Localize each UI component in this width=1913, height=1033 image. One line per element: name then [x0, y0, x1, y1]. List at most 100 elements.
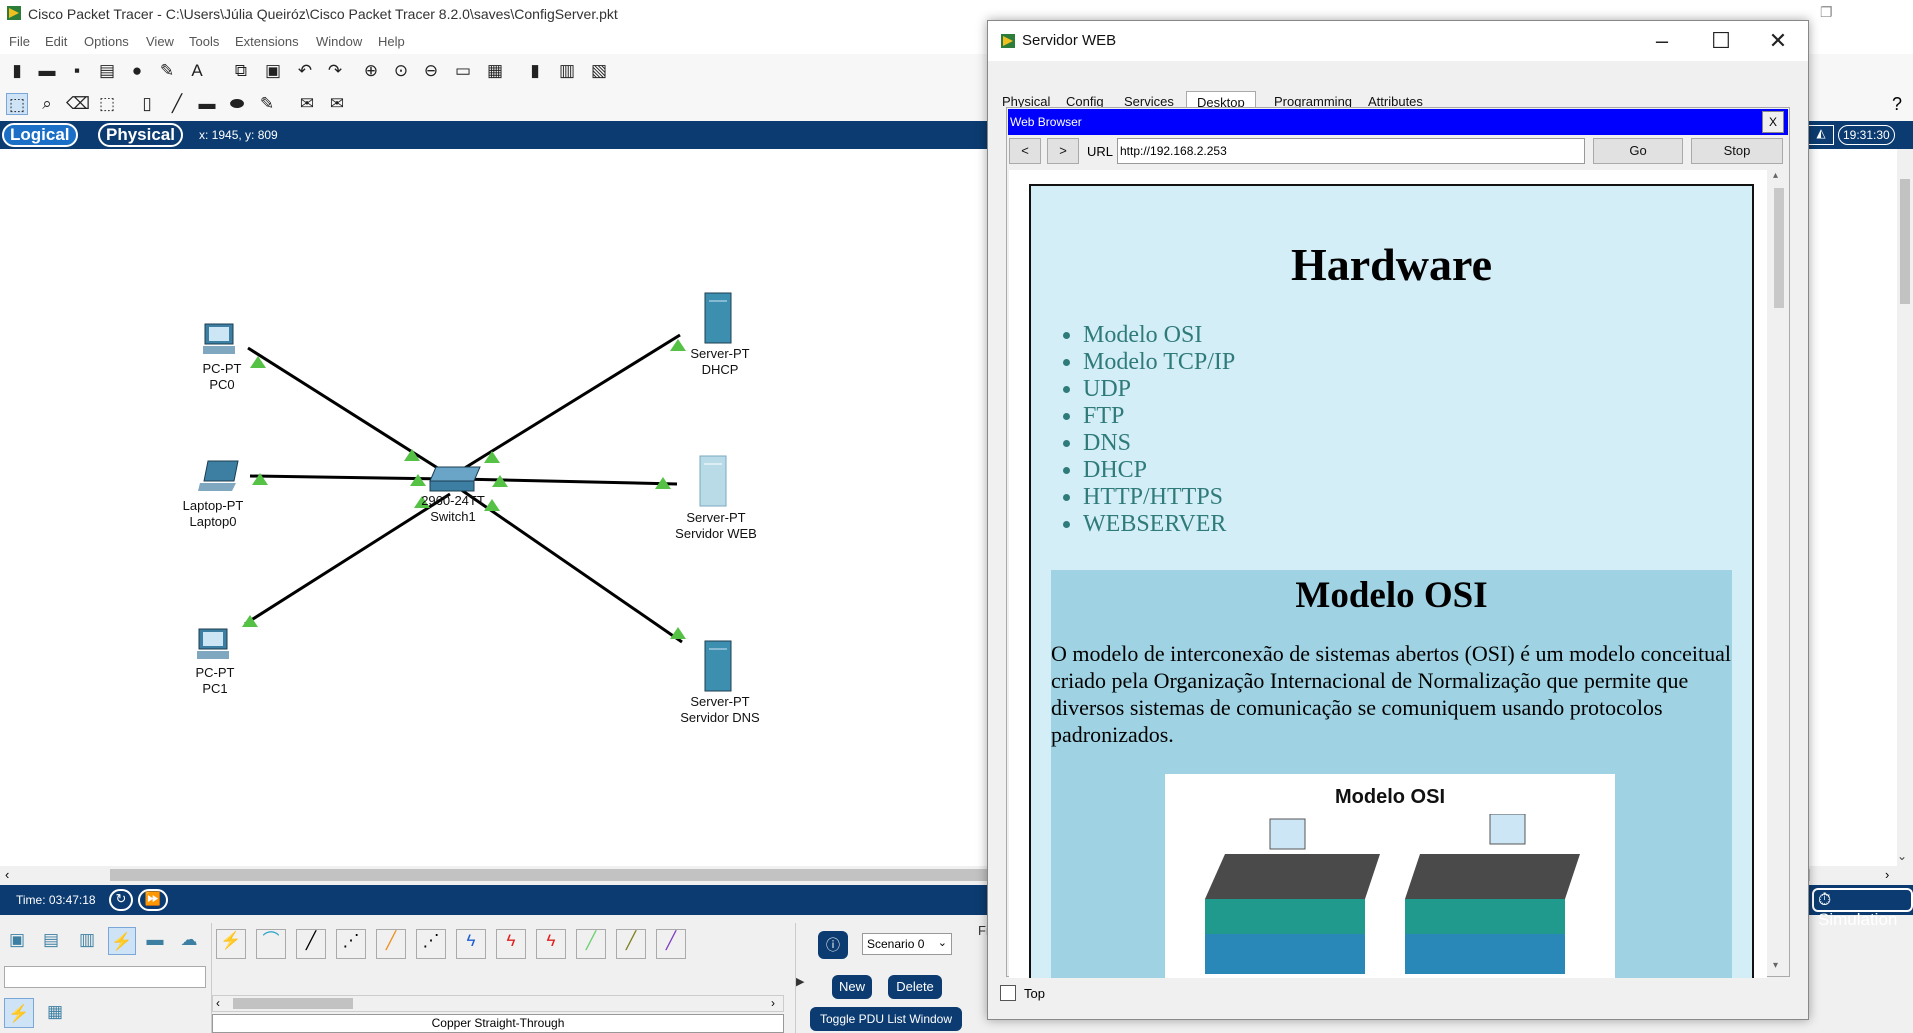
info-icon[interactable]: ● — [126, 60, 148, 82]
toggle-pdu-list-button[interactable]: Toggle PDU List Window — [810, 1007, 962, 1031]
menu-view[interactable]: View — [146, 34, 174, 49]
link-udp[interactable]: UDP — [1083, 376, 1235, 403]
network-info-icon[interactable]: A — [186, 60, 208, 82]
maximize-icon[interactable]: ☐ — [1701, 21, 1741, 61]
panel-toggle-arrow-icon[interactable]: ▶ — [796, 975, 804, 988]
workspace-vertical-scrollbar[interactable] — [1897, 149, 1913, 866]
cable-panel-scrollbar[interactable]: ‹ › — [212, 995, 784, 1012]
copy-icon[interactable]: ⧉ — [230, 60, 252, 82]
link-modelo-osi[interactable]: Modelo OSI — [1083, 322, 1235, 349]
menu-window[interactable]: Window — [316, 34, 362, 49]
zoom-out-icon[interactable]: ⊖ — [420, 60, 442, 82]
laptop0-icon[interactable] — [198, 459, 242, 493]
close-icon[interactable]: ✕ — [1758, 21, 1798, 61]
save-icon[interactable]: ▪ — [66, 60, 88, 82]
draw-line-icon[interactable]: ╱ — [166, 93, 188, 115]
page-scroll-up-icon[interactable]: ▴ — [1773, 170, 1778, 181]
scroll-left-icon[interactable]: ‹ — [5, 867, 9, 882]
phone-cable-icon[interactable]: ⋰ — [416, 929, 446, 959]
iot-cable-icon[interactable]: ╱ — [616, 929, 646, 959]
serial-dte-icon[interactable]: ϟ — [536, 929, 566, 959]
web-server-icon[interactable] — [698, 454, 730, 508]
cluster-icon[interactable]: ▮ — [524, 60, 546, 82]
print-icon[interactable]: ▤ — [96, 60, 118, 82]
back-button[interactable]: < — [1009, 138, 1041, 164]
menu-help[interactable]: Help — [378, 34, 405, 49]
dhcp-server-icon[interactable] — [703, 291, 735, 345]
physical-view-tab[interactable]: Physical — [98, 123, 183, 147]
cable-scroll-left-icon[interactable]: ‹ — [216, 996, 220, 1010]
grid-icon[interactable]: ▦ — [44, 1001, 66, 1023]
components-icon[interactable]: ▥ — [76, 929, 98, 951]
screenshot-icon[interactable]: ▧ — [588, 60, 610, 82]
help-question-icon[interactable]: ? — [1892, 94, 1902, 115]
forward-button[interactable]: > — [1047, 138, 1079, 164]
menu-extensions[interactable]: Extensions — [235, 34, 299, 49]
copper-cross-icon[interactable]: ⋰ — [336, 929, 366, 959]
draw-rectangle-icon[interactable]: ▬ — [196, 93, 218, 115]
menu-file[interactable]: File — [9, 34, 30, 49]
page-scrollbar[interactable]: ▴ ▾ — [1769, 170, 1787, 976]
activity-wizard-icon[interactable]: ✎ — [156, 60, 178, 82]
link-ftp[interactable]: FTP — [1083, 403, 1235, 430]
go-button[interactable]: Go — [1593, 138, 1683, 164]
console-cable-icon[interactable]: ⌒ — [256, 929, 286, 959]
fiber-icon[interactable]: ╱ — [376, 929, 406, 959]
stop-button[interactable]: Stop — [1691, 138, 1783, 164]
draw-ellipse-icon[interactable]: ⬬ — [226, 93, 248, 115]
menu-tools[interactable]: Tools — [189, 34, 219, 49]
freeform-icon[interactable]: ✎ — [256, 93, 278, 115]
link-http-https[interactable]: HTTP/HTTPS — [1083, 484, 1235, 511]
link-dhcp[interactable]: DHCP — [1083, 457, 1235, 484]
note-icon[interactable]: ▯ — [136, 93, 158, 115]
add-simple-pdu-icon[interactable]: ✉ — [296, 93, 318, 115]
minimize-icon[interactable]: – — [1642, 21, 1682, 61]
device-search-field[interactable] — [4, 966, 206, 988]
drawing-palette-icon[interactable]: ▭ — [452, 60, 474, 82]
link-dns[interactable]: DNS — [1083, 430, 1235, 457]
network-devices-icon[interactable]: ▣ — [6, 929, 28, 951]
delete-icon[interactable]: ⌫ — [66, 93, 90, 115]
serial-dce-icon[interactable]: ϟ — [496, 929, 526, 959]
pc1-icon[interactable] — [194, 627, 234, 663]
page-scroll-down-icon[interactable]: ▾ — [1773, 960, 1778, 971]
link-modelo-tcpip[interactable]: Modelo TCP/IP — [1083, 349, 1235, 376]
new-scenario-button[interactable]: New — [832, 975, 872, 999]
environment-icon[interactable]: ◭ — [1808, 125, 1834, 145]
viewport-icon[interactable]: ▥ — [556, 60, 578, 82]
new-file-icon[interactable]: ▮ — [6, 60, 28, 82]
url-input[interactable] — [1117, 138, 1585, 164]
connections-category-icon[interactable]: ⚡ — [108, 927, 136, 955]
end-devices-icon[interactable]: ▤ — [40, 929, 62, 951]
browser-close-button[interactable]: X — [1762, 111, 1784, 133]
delete-scenario-button[interactable]: Delete — [888, 975, 942, 999]
cable-scroll-thumb[interactable] — [233, 998, 353, 1009]
scroll-right-icon[interactable]: › — [1885, 867, 1889, 882]
resize-icon[interactable]: ⬚ — [96, 93, 118, 115]
link-webserver[interactable]: WEBSERVER — [1083, 511, 1235, 538]
copper-straight-icon[interactable]: ╱ — [296, 929, 326, 959]
add-complex-pdu-icon[interactable]: ✉ — [326, 93, 348, 115]
custom-device-icon[interactable]: ▦ — [484, 60, 506, 82]
connections-subtype-icon[interactable]: ⚡ — [4, 998, 34, 1028]
switch1-icon[interactable] — [428, 465, 482, 495]
paste-icon[interactable]: ▣ — [262, 60, 284, 82]
usb-cable-icon[interactable]: ╱ — [656, 929, 686, 959]
menu-options[interactable]: Options — [84, 34, 129, 49]
pc0-icon[interactable] — [200, 322, 240, 358]
misc-icon[interactable]: ▬ — [144, 929, 166, 951]
select-icon[interactable]: ⬚ — [6, 93, 28, 115]
top-checkbox[interactable] — [1000, 985, 1016, 1001]
scenario-select[interactable]: Scenario 0 ⌄ — [862, 933, 952, 955]
cable-scroll-right-icon[interactable]: › — [771, 996, 775, 1010]
restore-icon[interactable]: ❐ — [1820, 4, 1833, 21]
zoom-reset-icon[interactable]: ⊙ — [390, 60, 412, 82]
undo-icon[interactable]: ↶ — [294, 60, 316, 82]
coaxial-icon[interactable]: ϟ — [456, 929, 486, 959]
logical-view-tab[interactable]: Logical — [2, 123, 78, 147]
multiuser-icon[interactable]: ☁ — [178, 929, 200, 951]
redo-icon[interactable]: ↷ — [324, 60, 346, 82]
automatic-connection-icon[interactable]: ⚡ — [216, 929, 246, 959]
octal-cable-icon[interactable]: ╱ — [576, 929, 606, 959]
zoom-in-icon[interactable]: ⊕ — [360, 60, 382, 82]
